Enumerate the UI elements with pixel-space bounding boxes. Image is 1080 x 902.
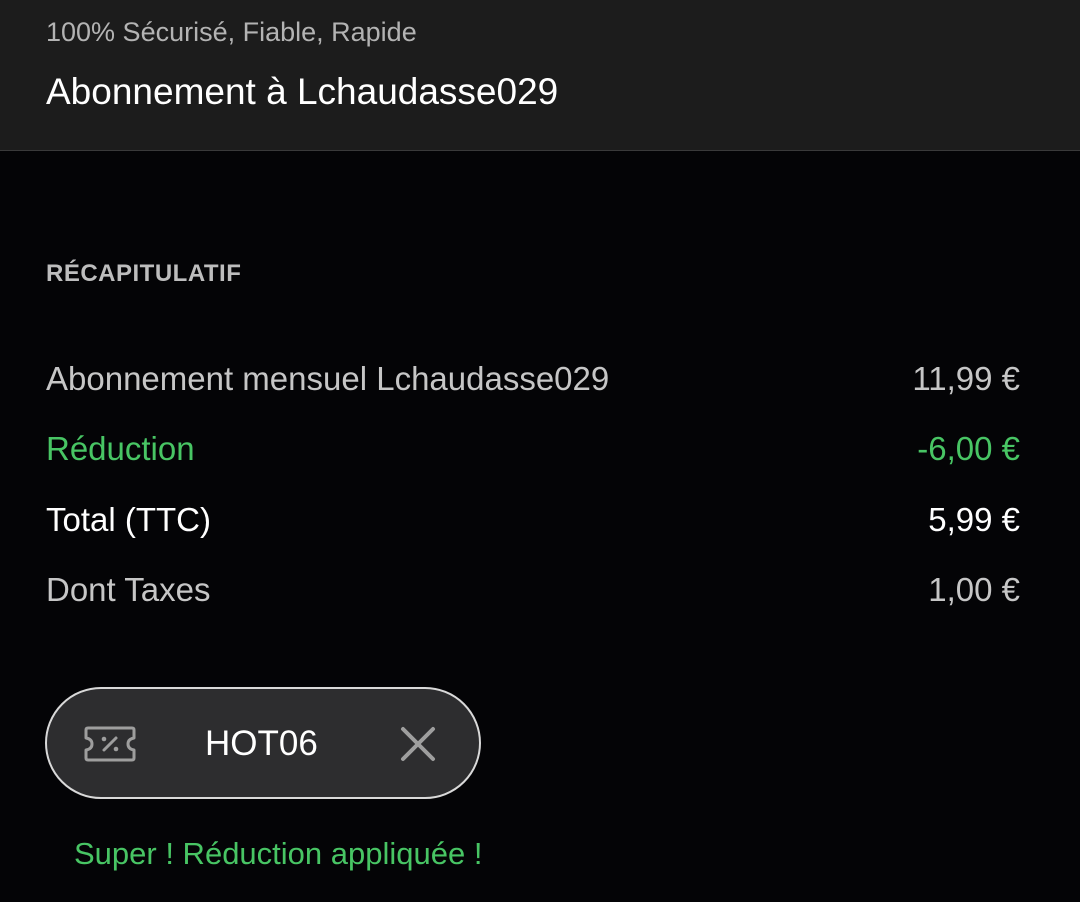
summary-row-label: Total (TTC) <box>46 501 211 538</box>
checkout-header: 100% Sécurisé, Fiable, Rapide Abonnement… <box>0 0 1080 151</box>
summary-row-label: Dont Taxes <box>46 571 211 608</box>
applied-coupon-chip: HOT06 <box>45 687 481 799</box>
summary-row-label: Réduction <box>46 430 195 467</box>
summary-row-value: 5,99 € <box>928 501 1020 538</box>
page-title: Abonnement à Lchaudasse029 <box>46 71 559 112</box>
security-tagline: 100% Sécurisé, Fiable, Rapide <box>46 17 417 47</box>
summary-row-subscription: Abonnement mensuel Lchaudasse029 11,99 € <box>46 357 1020 401</box>
summary-row-value: 11,99 € <box>912 360 1020 397</box>
coupon-code: HOT06 <box>205 724 318 763</box>
summary-row-discount: Réduction -6,00 € <box>46 427 1020 471</box>
remove-coupon-button[interactable] <box>397 723 439 765</box>
summary-row-taxes: Dont Taxes 1,00 € <box>46 568 1020 612</box>
summary-row-value: -6,00 € <box>917 430 1020 467</box>
summary-row-label: Abonnement mensuel Lchaudasse029 <box>46 360 610 397</box>
summary-row-total: Total (TTC) 5,99 € <box>46 498 1020 542</box>
summary-row-value: 1,00 € <box>928 571 1020 608</box>
discount-ticket-icon <box>83 725 137 763</box>
close-icon <box>401 727 435 761</box>
discount-success-message: Super ! Réduction appliquée ! <box>74 836 483 871</box>
summary-heading: RÉCAPITULATIF <box>46 260 242 287</box>
